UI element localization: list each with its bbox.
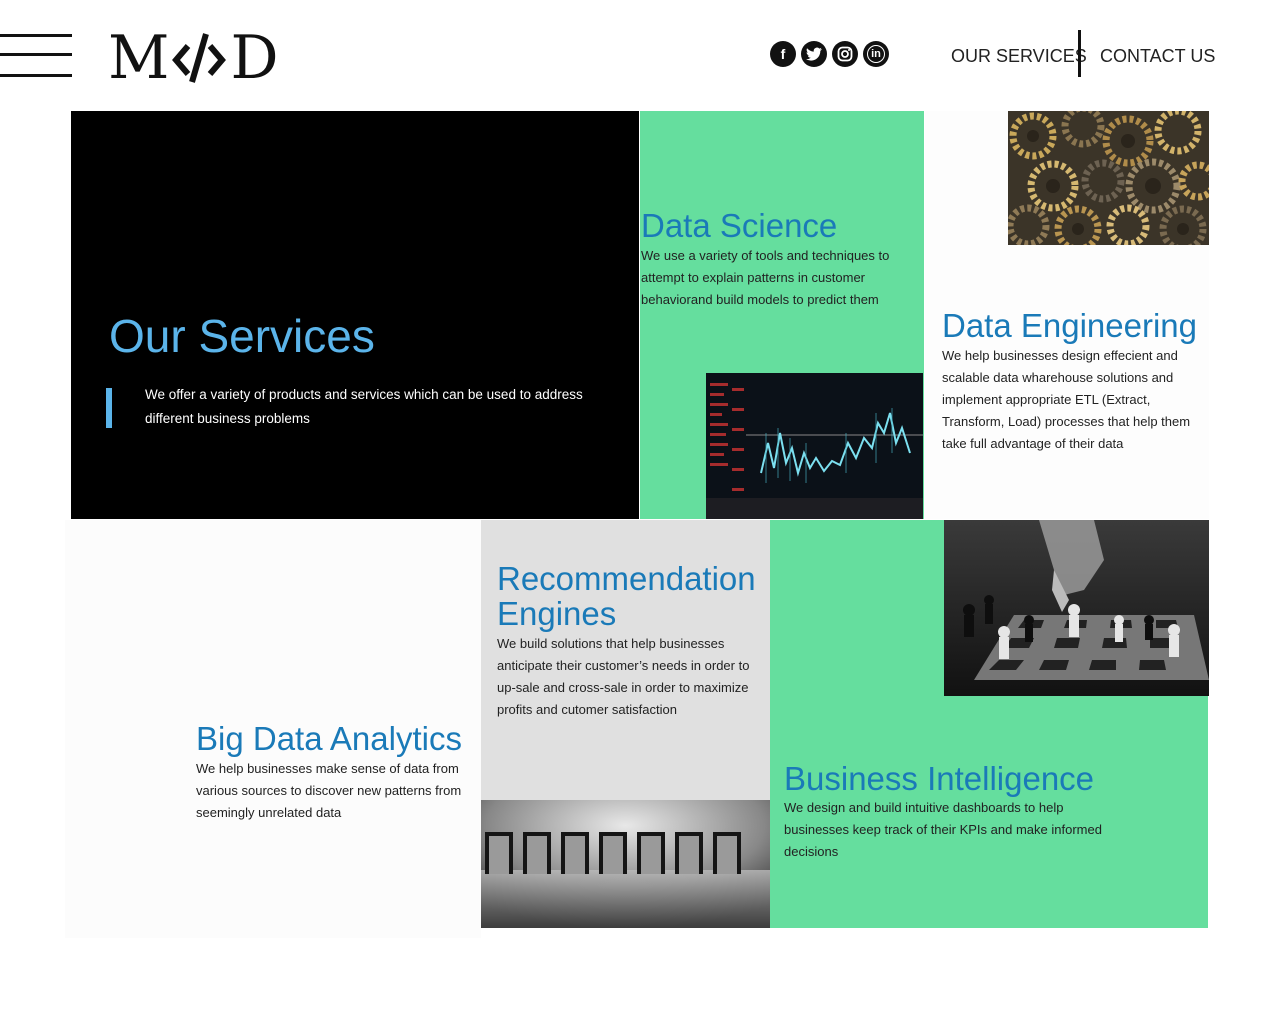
- service-big-data-analytics[interactable]: Big Data Analytics We help businesses ma…: [65, 520, 481, 938]
- chess-image: [944, 520, 1209, 696]
- service-recommendation-engines[interactable]: Recommendation Engines We build solution…: [481, 520, 770, 800]
- social-links: f in: [770, 41, 889, 67]
- service-description: We use a variety of tools and techniques…: [641, 248, 890, 307]
- nav-our-services[interactable]: OUR SERVICES: [951, 46, 1087, 67]
- linkedin-glyph: in: [867, 45, 885, 63]
- nav-divider: [1078, 30, 1081, 77]
- service-description: We help businesses design effecient and …: [942, 348, 1191, 451]
- service-title: Big Data Analytics: [196, 720, 462, 757]
- menu-line: [0, 74, 72, 77]
- accent-bar: [106, 388, 112, 428]
- menu-line: [0, 53, 72, 56]
- linkedin-icon[interactable]: in: [863, 41, 889, 67]
- menu-icon[interactable]: [0, 34, 72, 80]
- service-title: Business Intelligence: [784, 760, 1095, 797]
- service-description: We design and build intuitive dashboards…: [784, 800, 1102, 859]
- facebook-icon[interactable]: f: [770, 41, 796, 67]
- code-brackets-icon: [172, 33, 227, 83]
- menu-line: [0, 34, 72, 37]
- instagram-camera-icon: [837, 46, 853, 62]
- service-description: We build solutions that help businesses …: [497, 636, 750, 717]
- logo-letter-m: M: [108, 23, 169, 93]
- service-title: Data Science: [641, 207, 838, 244]
- gears-image: [1008, 111, 1209, 245]
- twitter-bird-icon: [806, 47, 822, 61]
- hero-panel: Our Services We offer a variety of produ…: [71, 111, 639, 519]
- doors-image: [481, 800, 770, 928]
- logo-letter-d: D: [230, 23, 278, 93]
- twitter-icon[interactable]: [801, 41, 827, 67]
- nav-contact-us[interactable]: CONTACT US: [1100, 46, 1215, 67]
- stock-chart-image: [706, 373, 923, 519]
- service-description: We help businesses make sense of data fr…: [196, 761, 462, 820]
- page-title: Our Services: [109, 310, 375, 362]
- service-title: Data Engineering: [942, 307, 1198, 344]
- service-title: Recommendation Engines: [497, 560, 756, 632]
- instagram-icon[interactable]: [832, 41, 858, 67]
- logo[interactable]: M D: [108, 23, 279, 93]
- hero-description: We offer a variety of products and servi…: [145, 387, 583, 426]
